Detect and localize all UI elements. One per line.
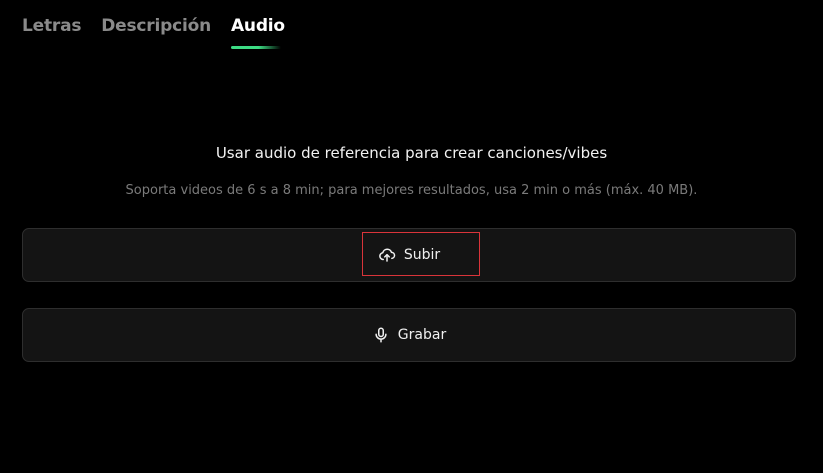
tab-audio[interactable]: Audio bbox=[230, 14, 285, 50]
audio-panel: Letras Descripción Audio Usar audio de r… bbox=[0, 0, 823, 473]
tab-audio-label: Audio bbox=[230, 16, 285, 36]
microphone-icon bbox=[372, 326, 390, 344]
record-button-label: Grabar bbox=[397, 327, 447, 343]
audio-subtext: Soporta videos de 6 s a 8 min; para mejo… bbox=[125, 183, 698, 198]
tab-bar: Letras Descripción Audio bbox=[22, 14, 285, 50]
upload-button-label: Subir bbox=[403, 247, 441, 263]
tab-letras[interactable]: Letras bbox=[22, 14, 81, 50]
active-tab-indicator bbox=[230, 46, 281, 49]
upload-button[interactable]: Subir bbox=[22, 228, 796, 282]
record-button[interactable]: Grabar bbox=[22, 308, 796, 362]
audio-heading: Usar audio de referencia para crear canc… bbox=[215, 144, 608, 162]
tab-descripcion[interactable]: Descripción bbox=[101, 14, 211, 50]
record-button-content: Grabar bbox=[372, 326, 446, 344]
upload-button-content: Subir bbox=[378, 246, 440, 264]
cloud-upload-icon bbox=[378, 246, 396, 264]
